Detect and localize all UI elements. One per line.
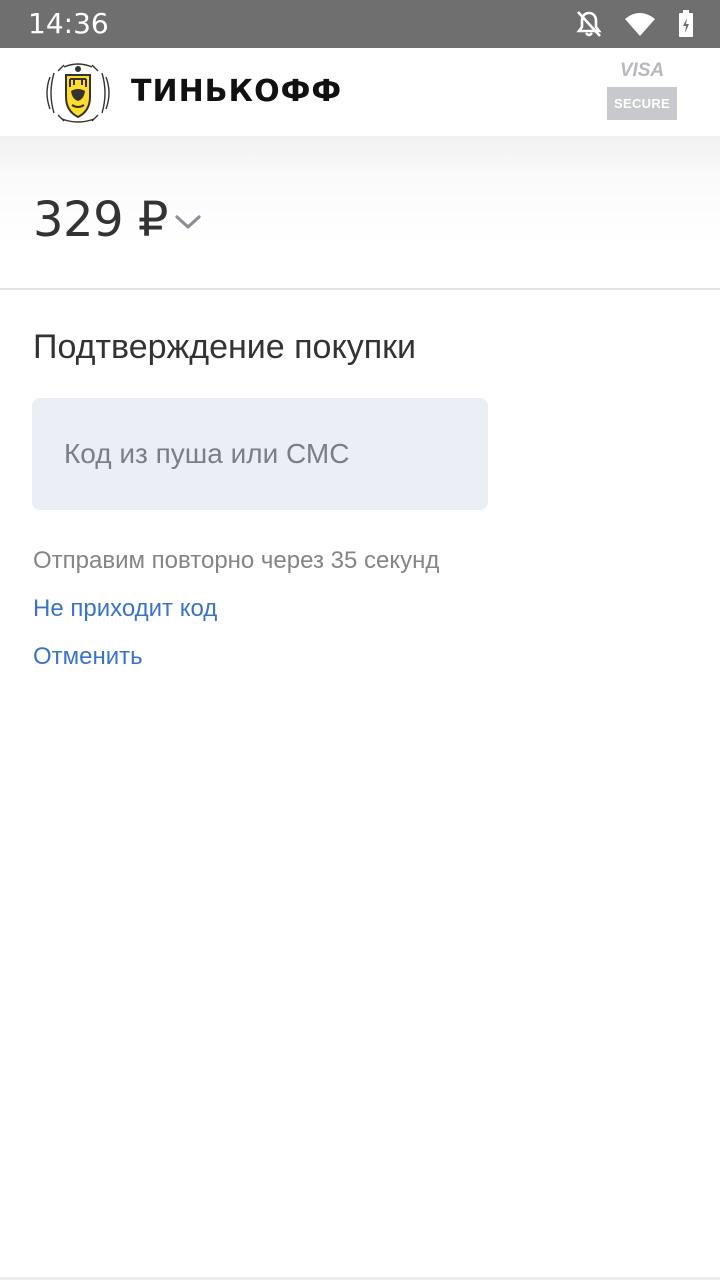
- visa-secure-badge: VISA SECURE: [607, 58, 677, 122]
- page-title: Подтверждение покупки: [33, 328, 416, 366]
- cancel-link[interactable]: Отменить: [33, 641, 143, 673]
- code-input[interactable]: [32, 398, 488, 510]
- payment-amount: 329 ₽: [33, 192, 168, 248]
- notifications-off-icon: [576, 10, 602, 38]
- secure-label: SECURE: [607, 87, 677, 120]
- chevron-down-icon[interactable]: [173, 212, 203, 232]
- status-icons: [576, 10, 694, 38]
- battery-charging-icon: [678, 10, 694, 38]
- tinkoff-emblem-icon: [40, 61, 116, 125]
- resend-timer-text: Отправим повторно через 35 секунд: [33, 547, 440, 574]
- wifi-icon: [624, 11, 656, 37]
- status-time: 14:36: [28, 7, 109, 40]
- status-bar: 14:36: [0, 0, 720, 48]
- amount-section[interactable]: 329 ₽: [0, 136, 720, 290]
- no-code-link[interactable]: Не приходит код: [33, 593, 217, 625]
- brand-name: ТИНЬКОФФ: [131, 74, 343, 109]
- header: ТИНЬКОФФ VISA SECURE: [0, 48, 720, 136]
- visa-label: VISA: [619, 60, 665, 81]
